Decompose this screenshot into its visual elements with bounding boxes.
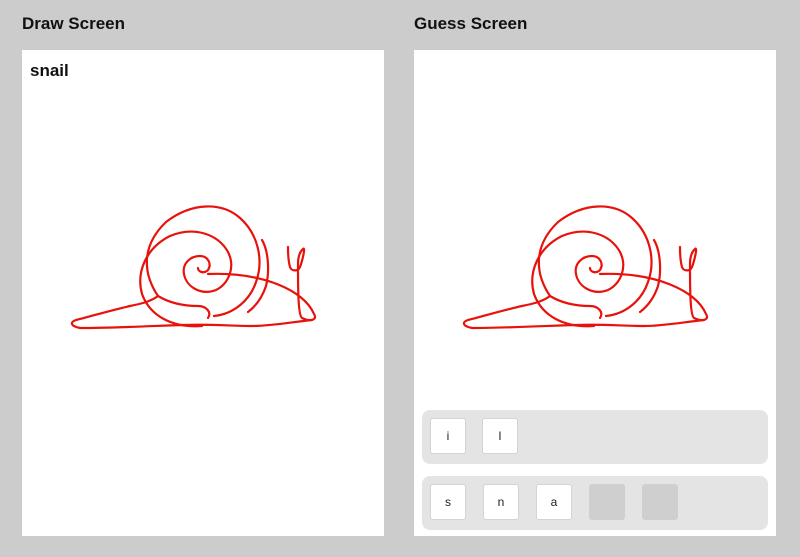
snail-drawing xyxy=(70,205,317,330)
draw-canvas[interactable]: snail xyxy=(22,50,384,536)
guess-panel: i l s n a xyxy=(414,50,776,536)
draw-screen-title: Draw Screen xyxy=(22,14,125,33)
letter-tile-i[interactable]: i xyxy=(430,418,466,454)
letter-tile-l[interactable]: l xyxy=(482,418,518,454)
answer-tray: s n a xyxy=(422,476,768,530)
answer-tile-n[interactable]: n xyxy=(483,484,519,520)
letter-pool-tray: i l xyxy=(422,410,768,464)
guess-screen-title: Guess Screen xyxy=(414,14,528,33)
answer-slot-empty[interactable] xyxy=(642,484,678,520)
answer-tile-s[interactable]: s xyxy=(430,484,466,520)
answer-tile-a[interactable]: a xyxy=(536,484,572,520)
answer-slot-empty[interactable] xyxy=(589,484,625,520)
